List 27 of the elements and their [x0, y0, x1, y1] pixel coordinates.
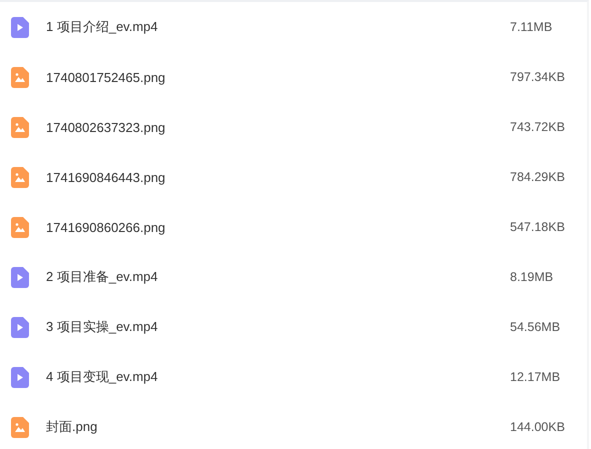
- video-file-icon: [11, 366, 29, 388]
- file-size: 144.00KB: [510, 420, 566, 434]
- file-name[interactable]: 4 项目变现_ev.mp4: [46, 368, 510, 386]
- file-size: 7.11MB: [510, 20, 554, 34]
- file-name[interactable]: 1741690846443.png: [46, 170, 510, 184]
- file-size: 797.34KB: [510, 70, 566, 84]
- image-file-icon: [11, 416, 29, 438]
- file-size: 743.72KB: [510, 120, 566, 134]
- image-file-icon: [11, 166, 29, 188]
- image-file-icon: [11, 66, 29, 88]
- file-name[interactable]: 1740802637323.png: [46, 120, 510, 134]
- file-name[interactable]: 1740801752465.png: [46, 70, 510, 84]
- file-name[interactable]: 3 项目实操_ev.mp4: [46, 318, 510, 336]
- file-size: 784.29KB: [510, 170, 566, 184]
- file-name[interactable]: 1 项目介绍_ev.mp4: [46, 18, 510, 36]
- file-name[interactable]: 2 项目准备_ev.mp4: [46, 268, 510, 286]
- file-size: 54.56MB: [510, 320, 562, 334]
- file-name[interactable]: 封面.png: [46, 418, 510, 436]
- file-size: 12.17MB: [510, 370, 562, 384]
- file-size: 547.18KB: [510, 220, 566, 234]
- image-file-icon: [11, 116, 29, 138]
- video-file-icon: [11, 316, 29, 338]
- file-size: 8.19MB: [510, 270, 554, 284]
- video-file-icon: [11, 266, 29, 288]
- image-file-icon: [11, 216, 29, 238]
- video-file-icon: [11, 16, 29, 38]
- file-name[interactable]: 1741690860266.png: [46, 220, 510, 234]
